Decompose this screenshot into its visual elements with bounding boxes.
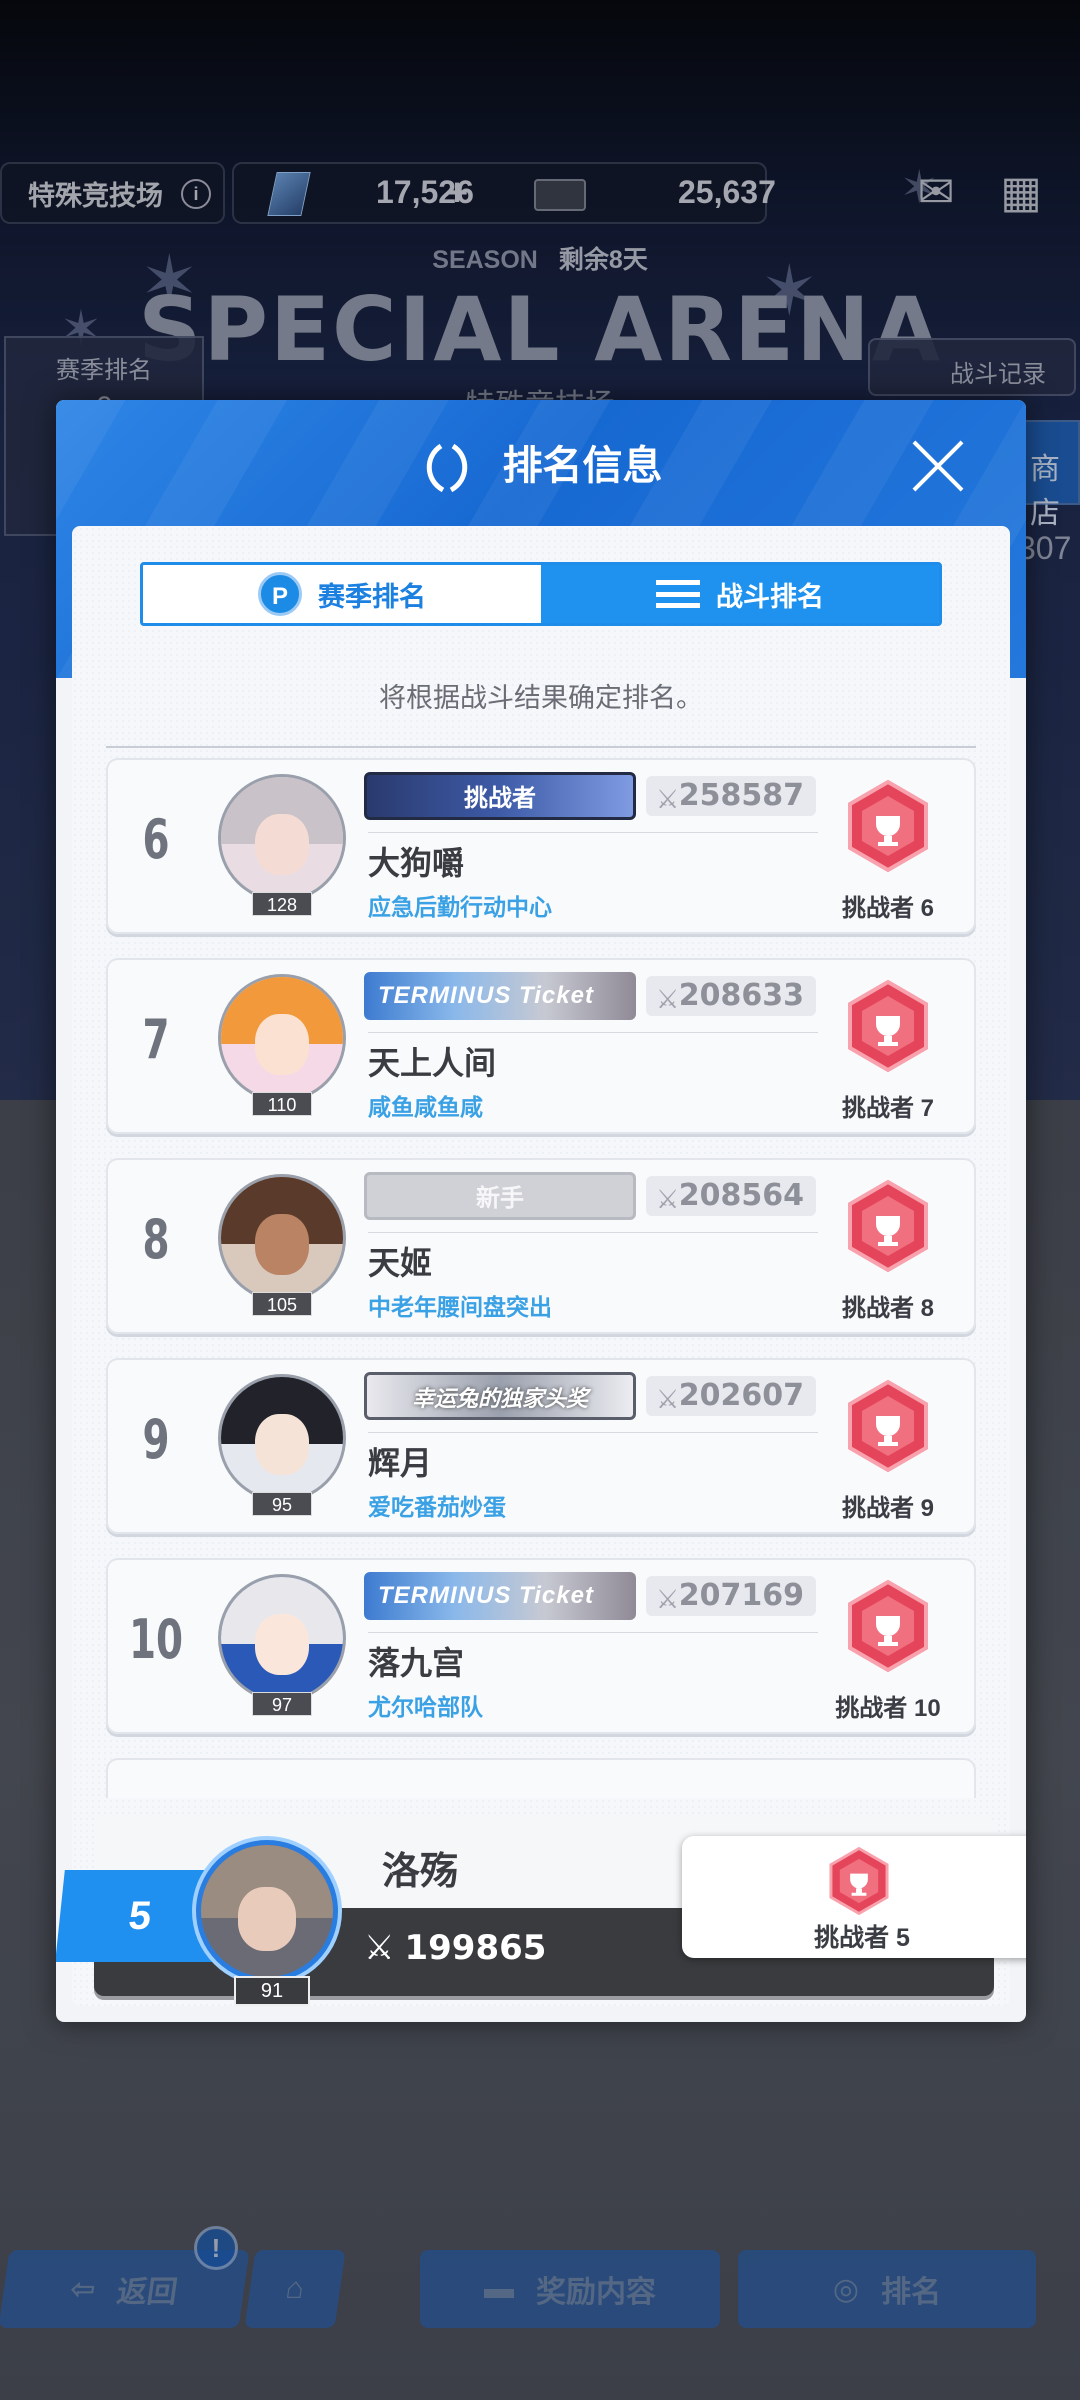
divider <box>368 1032 818 1033</box>
title-badge-text: 幸运兔的独家头奖 <box>411 1386 588 1411</box>
battle-score: ⚔ 208633 <box>646 976 816 1016</box>
tier-label: 挑战者 8 <box>841 1295 934 1322</box>
tab-battle-label: 战斗排名 <box>716 581 824 612</box>
swords-icon: ⚔ <box>656 1185 680 1215</box>
battle-score: ⚔ 207169 <box>646 1576 816 1616</box>
swords-icon: ⚔ <box>656 1585 680 1615</box>
guild-name: 爱吃番茄炒蛋 <box>368 1494 506 1520</box>
level-badge: 95 <box>252 1492 312 1516</box>
swords-icon: ⚔ <box>364 1928 395 1968</box>
player-name: 大狗嚼 <box>368 845 465 881</box>
level-badge: 97 <box>252 1692 312 1716</box>
list-item[interactable]: 7 110 TERMINUS Ticket ⚔ 208633 天上人间 咸鱼咸鱼咸… <box>106 958 976 1134</box>
list-item[interactable]: 10 97 TERMINUS Ticket ⚔ 207169 落九宫 尤尔哈部队 … <box>106 1558 976 1734</box>
tier-label: 挑战者 7 <box>841 1095 934 1122</box>
ranking-list[interactable]: 6 128 挑战者 ⚔ 258587 大狗嚼 应急后勤行动中心 挑战者 6 7 … <box>106 758 976 1798</box>
my-tier-label: 挑战者 5 <box>814 1924 910 1952</box>
tier-label: 挑战者 10 <box>835 1695 941 1722</box>
guild-name: 咸鱼咸鱼咸 <box>368 1094 483 1120</box>
ranking-notice: 将根据战斗结果确定排名。 <box>379 683 703 713</box>
guild-name: 应急后勤行动中心 <box>368 894 552 920</box>
list-item[interactable]: 9 95 幸运兔的独家头奖 ⚔ 202607 辉月 爱吃番茄炒蛋 挑战者 9 <box>106 1358 976 1534</box>
player-name: 辉月 <box>368 1445 433 1481</box>
swords-icon: ⚔ <box>656 1385 680 1415</box>
level-badge: 105 <box>252 1292 312 1316</box>
challenger-emblem-icon <box>848 1180 928 1272</box>
p-coin-icon: P <box>258 572 302 616</box>
avatar[interactable] <box>218 974 346 1102</box>
swords-icon: ⚔ <box>656 785 680 815</box>
list-item[interactable]: 8 105 新手 ⚔ 208564 天姬 中老年腰间盘突出 挑战者 8 <box>106 1158 976 1334</box>
title-badge-text: TERMINUS Ticket <box>378 982 594 1009</box>
score-value: 208633 <box>678 978 804 1013</box>
battle-score: ⚔ 258587 <box>646 776 816 816</box>
challenger-emblem-icon <box>848 1380 928 1472</box>
rank-number: 6 <box>142 808 170 871</box>
avatar[interactable] <box>218 1574 346 1702</box>
ranking-panel: P 赛季排名 战斗排名 将根据战斗结果确定排名。 6 128 挑战者 ⚔ 2585… <box>56 526 1026 2006</box>
bars-icon <box>656 580 700 608</box>
title-badge: 幸运兔的独家头奖 <box>364 1372 636 1420</box>
my-battle-score: ⚔ 199865 <box>364 1928 546 1968</box>
my-avatar[interactable] <box>196 1840 338 1982</box>
divider <box>368 1432 818 1433</box>
rank-number: 10 <box>128 1608 184 1671</box>
tier-label: 挑战者 6 <box>841 895 934 922</box>
my-score-value: 199865 <box>404 1928 547 1968</box>
rank-number: 7 <box>142 1008 170 1071</box>
level-badge: 128 <box>252 892 312 916</box>
close-icon[interactable] <box>910 438 966 494</box>
tier-label: 挑战者 9 <box>841 1495 934 1522</box>
player-name: 天上人间 <box>368 1045 497 1081</box>
title-badge: 挑战者 <box>364 772 636 820</box>
title-badge: 新手 <box>364 1172 636 1220</box>
score-value: 202607 <box>678 1378 804 1413</box>
tab-season-ranking[interactable]: P 赛季排名 <box>143 565 541 623</box>
title-badge: TERMINUS Ticket <box>364 1572 636 1620</box>
my-tier-card: 挑战者 5 <box>682 1836 1026 1958</box>
battle-score: ⚔ 208564 <box>646 1176 816 1216</box>
player-name: 天姬 <box>368 1245 433 1281</box>
challenger-emblem-icon <box>848 1580 928 1672</box>
ranking-tabs: P 赛季排名 战斗排名 <box>140 562 942 626</box>
divider <box>368 1632 818 1633</box>
player-name: 落九宫 <box>368 1645 465 1681</box>
challenger-emblem-icon <box>848 780 928 872</box>
score-value: 258587 <box>678 778 804 813</box>
avatar[interactable] <box>218 774 346 902</box>
score-value: 207169 <box>678 1578 804 1613</box>
my-player-name: 洛殇 <box>382 1851 459 1893</box>
guild-name: 尤尔哈部队 <box>368 1694 483 1720</box>
tab-season-label: 赛季排名 <box>318 581 426 612</box>
divider <box>368 832 818 833</box>
battle-score: ⚔ 202607 <box>646 1376 816 1416</box>
rank-number: 9 <box>142 1408 170 1471</box>
list-item[interactable]: 6 128 挑战者 ⚔ 258587 大狗嚼 应急后勤行动中心 挑战者 6 <box>106 758 976 934</box>
challenger-emblem-icon <box>848 980 928 1072</box>
modal-title: 排名信息 <box>502 444 663 488</box>
title-badge-text: 新手 <box>476 1185 524 1212</box>
title-badge-text: TERMINUS Ticket <box>378 1582 594 1609</box>
my-ranking-row[interactable]: 5 91 洛殇 ⚔ 199865 挑战者 5 <box>56 1816 1026 2006</box>
guild-name: 中老年腰间盘突出 <box>368 1294 552 1320</box>
divider <box>106 746 976 748</box>
list-item[interactable] <box>106 1758 976 1798</box>
ranking-modal: 排名信息 P 赛季排名 战斗排名 将根据战斗结果确定排名。 6 128 挑战者 … <box>56 400 1026 2022</box>
level-badge: 110 <box>252 1092 312 1116</box>
rank-number: 8 <box>142 1208 170 1271</box>
laurel-icon <box>427 444 468 493</box>
title-badge-text: 挑战者 <box>464 785 536 812</box>
score-value: 208564 <box>678 1178 804 1213</box>
title-badge: TERMINUS Ticket <box>364 972 636 1020</box>
challenger-emblem-icon <box>829 1846 889 1916</box>
avatar[interactable] <box>218 1174 346 1302</box>
swords-icon: ⚔ <box>656 985 680 1015</box>
avatar[interactable] <box>218 1374 346 1502</box>
divider <box>368 1232 818 1233</box>
modal-title-bar: 排名信息 <box>56 436 1026 496</box>
tab-battle-ranking[interactable]: 战斗排名 <box>541 565 939 623</box>
my-level-badge: 91 <box>234 1976 310 2006</box>
